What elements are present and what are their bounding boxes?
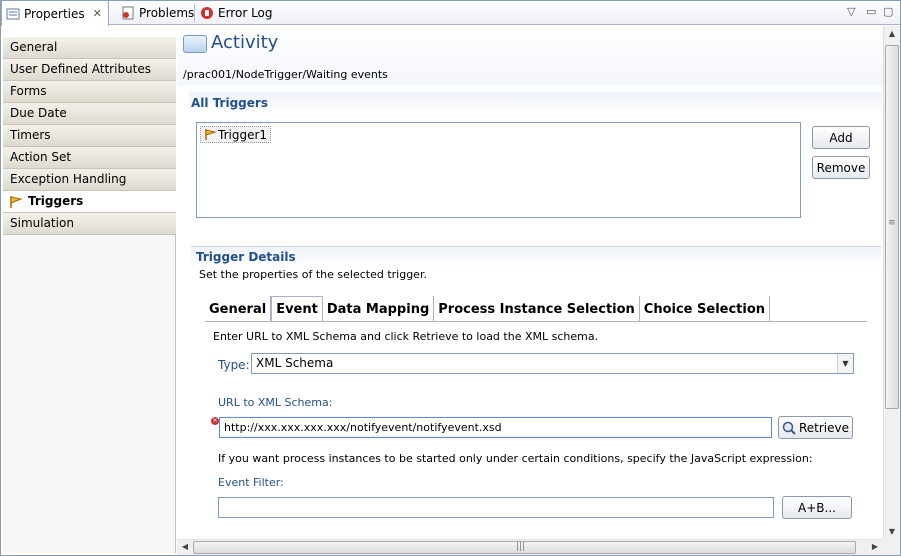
all-triggers-section-header	[189, 92, 882, 114]
condition-text: If you want process instances to be star…	[218, 452, 813, 465]
triggers-list[interactable]: Trigger1	[196, 122, 801, 218]
type-select[interactable]: XML Schema ▼	[251, 353, 854, 374]
tab-label: Properties	[24, 6, 85, 21]
retrieve-label: Retrieve	[798, 420, 850, 435]
page-title: Activity	[211, 32, 279, 53]
category-label: Due Date	[10, 106, 67, 120]
category-list: General User Defined Attributes Forms Du…	[3, 37, 176, 235]
category-general[interactable]: General	[3, 37, 176, 59]
event-filter-label: Event Filter:	[218, 476, 284, 489]
tab-choice-selection[interactable]: Choice Selection	[639, 296, 771, 322]
grip-icon: |||	[516, 542, 526, 552]
trigger-name: Trigger1	[218, 127, 268, 142]
vertical-scroll-thumb[interactable]: ≡	[885, 45, 899, 409]
category-label: Timers	[10, 128, 51, 142]
close-icon[interactable]: ✕	[93, 7, 102, 20]
add-button[interactable]: Add	[812, 126, 870, 149]
trigger-flag-icon	[204, 128, 216, 141]
error-log-icon	[200, 6, 214, 20]
grip-icon: ≡	[888, 218, 896, 228]
scroll-left-icon[interactable]: ◀	[177, 542, 193, 551]
tab-data-mapping[interactable]: Data Mapping	[322, 296, 435, 322]
expression-editor-button[interactable]: A+B...	[782, 496, 852, 519]
type-select-value: XML Schema	[256, 356, 334, 370]
category-simulation[interactable]: Simulation	[3, 213, 176, 235]
category-label: Simulation	[10, 216, 74, 230]
problems-icon	[121, 6, 135, 20]
horizontal-scroll-thumb[interactable]: |||	[193, 541, 856, 554]
vertical-scrollbar[interactable]: ▲ ≡ ▼	[883, 26, 900, 539]
scroll-down-icon[interactable]: ▼	[884, 527, 900, 536]
event-instruction: Enter URL to XML Schema and click Retrie…	[213, 330, 599, 343]
tab-underline	[205, 321, 867, 322]
horizontal-scrollbar[interactable]: ◀ ||| ▶	[177, 539, 883, 555]
tab-label: Error Log	[218, 6, 273, 20]
type-label: Type:	[218, 358, 250, 372]
trigger-detail-tabs: General Event Data Mapping Process Insta…	[205, 296, 771, 322]
tab-properties[interactable]: Properties ✕	[1, 1, 109, 26]
property-page: Activity /prac001/NodeTrigger/Waiting ev…	[177, 26, 883, 539]
category-forms[interactable]: Forms	[3, 81, 176, 103]
scroll-right-icon[interactable]: ▶	[867, 542, 883, 551]
category-list-empty-area	[3, 235, 176, 553]
retrieve-button[interactable]: Retrieve	[778, 416, 853, 439]
url-input[interactable]: http://xxx.xxx.xxx.xxx/notifyevent/notif…	[219, 417, 772, 438]
properties-view: Properties ✕ Problems Error Log ▽ ▭ ▢ Ge…	[0, 0, 901, 556]
chevron-down-icon[interactable]: ▼	[837, 354, 853, 373]
properties-icon	[6, 7, 20, 21]
all-triggers-title: All Triggers	[191, 96, 268, 110]
category-exception-handling[interactable]: Exception Handling	[3, 169, 176, 191]
category-timers[interactable]: Timers	[3, 125, 176, 147]
category-due-date[interactable]: Due Date	[3, 103, 176, 125]
scroll-up-icon[interactable]: ▲	[884, 29, 900, 38]
category-label: Forms	[10, 84, 47, 98]
remove-button[interactable]: Remove	[812, 156, 870, 179]
category-triggers[interactable]: Triggers	[3, 191, 176, 213]
tab-problems[interactable]: Problems	[117, 1, 200, 25]
list-item[interactable]: Trigger1	[200, 126, 272, 143]
trigger-flag-icon	[9, 195, 23, 209]
tab-separator	[194, 4, 195, 22]
category-label: Triggers	[28, 194, 84, 208]
tab-error-log[interactable]: Error Log	[196, 1, 279, 25]
retrieve-icon	[782, 421, 796, 435]
trigger-details-title: Trigger Details	[196, 250, 296, 264]
tab-general[interactable]: General	[205, 296, 272, 322]
category-label: General	[10, 40, 58, 54]
category-action-set[interactable]: Action Set	[3, 147, 176, 169]
category-label: Exception Handling	[10, 172, 127, 186]
page-header: Activity /prac001/NodeTrigger/Waiting ev…	[177, 26, 883, 86]
event-filter-input[interactable]	[218, 497, 774, 518]
category-user-defined-attributes[interactable]: User Defined Attributes	[3, 59, 176, 81]
scrollbar-corner	[883, 539, 900, 555]
activity-icon	[183, 35, 207, 53]
url-label: URL to XML Schema:	[218, 396, 333, 409]
tab-event[interactable]: Event	[271, 296, 323, 322]
element-path: /prac001/NodeTrigger/Waiting events	[183, 68, 388, 81]
category-label: User Defined Attributes	[10, 62, 152, 76]
maximize-icon[interactable]: ▢	[883, 5, 893, 18]
tab-process-instance-selection[interactable]: Process Instance Selection	[434, 296, 640, 322]
error-icon: ✕	[211, 417, 219, 425]
minimize-icon[interactable]: ▭	[866, 5, 876, 18]
view-menu-icon[interactable]: ▽	[847, 5, 855, 18]
view-tab-bar: Properties ✕ Problems Error Log ▽ ▭ ▢	[1, 1, 900, 26]
tab-label: Problems	[139, 6, 195, 20]
category-label: Action Set	[10, 150, 72, 164]
url-input-value: http://xxx.xxx.xxx.xxx/notifyevent/notif…	[224, 421, 502, 434]
trigger-details-description: Set the properties of the selected trigg…	[199, 268, 427, 281]
